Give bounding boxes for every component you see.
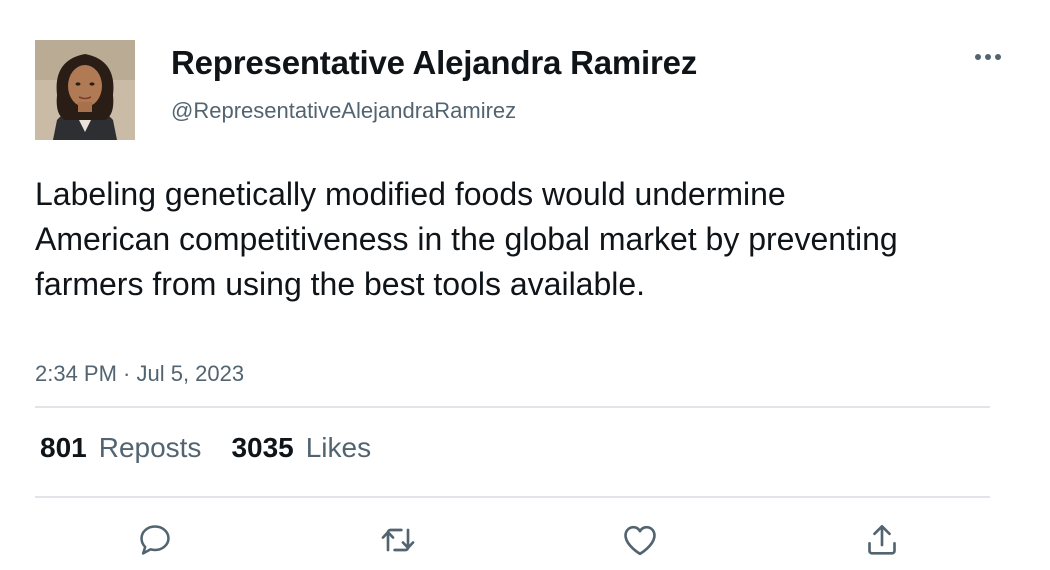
speech-bubble-icon (140, 525, 170, 555)
like-button[interactable] (618, 518, 662, 562)
more-options-button[interactable] (972, 45, 1004, 69)
share-upload-icon (868, 525, 896, 555)
reposts-count: 801 (40, 432, 87, 463)
divider (35, 406, 990, 408)
likes-stat[interactable]: 3035 Likes (231, 432, 371, 464)
tweet-timestamp[interactable]: 2:34 PM · Jul 5, 2023 (35, 361, 244, 387)
reposts-label: Reposts (98, 432, 202, 463)
repost-button[interactable] (376, 518, 420, 562)
repost-arrows-icon (381, 528, 415, 552)
heart-icon (624, 525, 656, 556)
reposts-stat[interactable]: 801 Reposts (40, 432, 201, 464)
author-display-name[interactable]: Representative Alejandra Ramirez (171, 44, 697, 82)
likes-label: Likes (305, 432, 372, 463)
tweet-text: Labeling genetically modified foods woul… (35, 176, 898, 302)
engagement-stats: 801 Reposts 3035 Likes (40, 432, 371, 464)
share-button[interactable] (860, 518, 904, 562)
ellipsis-icon (975, 54, 1001, 60)
avatar-image (35, 40, 135, 140)
author-handle[interactable]: @RepresentativeAlejandraRamirez (171, 98, 516, 124)
reply-button[interactable] (133, 518, 177, 562)
avatar[interactable] (35, 40, 135, 140)
likes-count: 3035 (231, 432, 294, 463)
divider (35, 496, 990, 498)
